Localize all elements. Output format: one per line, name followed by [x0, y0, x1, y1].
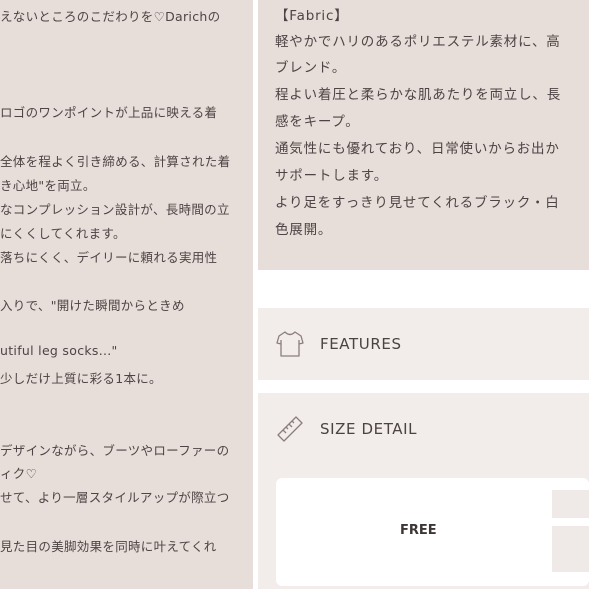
description-line: 見た目の美脚効果を同時に叶えてくれ	[0, 539, 217, 554]
description-line: ィク♡	[0, 466, 38, 481]
description-line: 全体を程よく引き締める、計算された着	[0, 154, 231, 169]
description-line: 入りで、"開けた瞬間からときめ	[0, 298, 185, 313]
fabric-line: 色展開。	[275, 222, 333, 238]
fabric-heading: 【Fabric】	[275, 8, 349, 24]
description-line: ロゴのワンポイントが上品に映える着	[0, 105, 218, 120]
features-accordion[interactable]: FEATURES	[258, 308, 589, 380]
size-detail-accordion[interactable]: SIZE DETAIL	[258, 393, 589, 465]
features-label: FEATURES	[320, 335, 402, 353]
description-line: にくくしてくれます。	[0, 226, 126, 241]
description-line: デザインながら、ブーツやローファーの	[0, 443, 230, 458]
description-line: き心地"を両立。	[0, 178, 96, 193]
fabric-panel: 【Fabric】 軽やかでハリのあるポリエステル素材に、高 ブレンド。 程よい着…	[258, 0, 589, 270]
description-line: 落ちにくく、デイリーに頼れる実用性	[0, 250, 218, 265]
size-detail-label: SIZE DETAIL	[320, 420, 418, 438]
fabric-line: ブレンド。	[275, 60, 347, 76]
tshirt-icon	[274, 328, 306, 360]
description-line: なコンプレッション設計が、長時間の立	[0, 202, 230, 217]
description-line: utiful leg socks..."	[0, 343, 118, 358]
size-table-cell	[552, 490, 589, 518]
fabric-line: 程よい着圧と柔らかな肌あたりを両立し、長	[275, 87, 561, 103]
description-line: 少しだけ上質に彩る1本に。	[0, 371, 162, 386]
description-line: えないところのこだわりを♡Darichの	[0, 9, 221, 24]
fabric-line: より足をすっきり見せてくれるブラック・白	[275, 195, 560, 211]
fabric-line: 感をキープ。	[275, 114, 360, 130]
size-label-free: FREE	[400, 523, 437, 538]
fabric-line: 通気性にも優れており、日常使いからお出か	[275, 141, 560, 157]
size-table-cell	[552, 526, 589, 572]
fabric-line: 軽やかでハリのあるポリエステル素材に、高	[275, 34, 561, 50]
fabric-line: サポートします。	[275, 168, 389, 184]
description-line: せて、より一層スタイルアップが際立つ	[0, 490, 230, 505]
product-description-panel: えないところのこだわりを♡Darichの ロゴのワンポイントが上品に映える着 全…	[0, 0, 253, 589]
ruler-icon	[274, 413, 306, 445]
